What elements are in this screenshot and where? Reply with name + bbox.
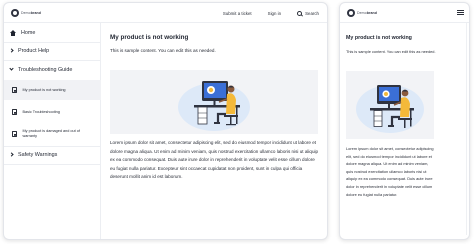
sidebar-item-safety[interactable]: Safety Warnings: [4, 147, 101, 162]
mobile-illustration: [346, 71, 434, 139]
sidebar-subitem-damaged[interactable]: My product is damaged and out of warrant…: [4, 124, 101, 144]
sidebar-subitem-label: My product is damaged and out of warrant…: [22, 129, 80, 138]
scrollbar[interactable]: [466, 23, 467, 235]
search-label: Search: [305, 10, 319, 16]
logo-prefix: Demo: [21, 10, 31, 15]
header: Demobrand Submit a ticket Sign in Search: [4, 3, 327, 23]
logo-icon: [11, 8, 19, 17]
article-intro: This is sample content. You can edit thi…: [110, 48, 216, 53]
sidebar-subitem-not-working[interactable]: My product is not working: [4, 80, 101, 100]
sidebar-item-troubleshooting[interactable]: Troubleshooting Guide: [4, 62, 101, 77]
chevron-right-icon: [9, 48, 14, 53]
top-nav: Submit a ticket Sign in Search: [223, 3, 319, 23]
mobile-header: Demobrand: [340, 3, 469, 23]
sidebar-item-label: Safety Warnings: [18, 151, 58, 158]
sidebar: Home Product Help Troubleshooting Guide …: [4, 23, 101, 239]
brand-logo[interactable]: Demobrand: [11, 8, 41, 17]
sidebar-item-label: Product Help: [18, 47, 50, 54]
chevron-right-icon: [9, 152, 14, 157]
sidebar-subitem-basic-troubleshooting[interactable]: Basic Troubleshooting: [4, 102, 101, 122]
search-icon: [297, 10, 303, 16]
mobile-preview: Demobrand My product is not working This…: [339, 2, 470, 240]
logo-name: brand: [30, 10, 41, 15]
desktop-preview: Demobrand Submit a ticket Sign in Search…: [3, 2, 328, 240]
document-icon: [12, 109, 17, 115]
divider: [4, 60, 101, 61]
illustration: [110, 70, 318, 134]
divider: [4, 164, 101, 165]
sidebar-item-product-help[interactable]: Product Help: [4, 43, 101, 58]
logo-prefix: Demo: [357, 11, 367, 15]
article-title: My product is not working: [110, 34, 189, 41]
mobile-article-title: My product is not working: [346, 35, 412, 41]
mobile-article-body: Lorem ipsum dolor sit amet, consectetur …: [346, 146, 434, 197]
person-at-desk-illustration: [356, 85, 424, 133]
person-at-desk-illustration: [178, 81, 250, 131]
sidebar-subitem-label: Basic Troubleshooting: [22, 109, 60, 114]
house-icon: [10, 29, 16, 36]
sidebar-subitem-label: My product is not working: [22, 87, 66, 92]
mobile-article-intro: This is sample content. You can edit thi…: [346, 49, 436, 54]
document-icon: [12, 131, 17, 137]
brand-logo[interactable]: Demobrand: [347, 9, 377, 17]
sidebar-item-label: Troubleshooting Guide: [18, 66, 73, 73]
chevron-down-icon: [9, 66, 14, 71]
sign-in-link[interactable]: Sign in: [268, 11, 281, 16]
logo-name: brand: [366, 11, 377, 15]
article: My product is not working This is sample…: [101, 23, 327, 239]
logo-icon: [347, 9, 355, 17]
document-icon: [12, 87, 17, 93]
sidebar-item-home[interactable]: Home: [4, 25, 101, 40]
search-button[interactable]: Search: [297, 10, 319, 16]
submit-ticket-link[interactable]: Submit a ticket: [223, 11, 252, 16]
hamburger-icon[interactable]: [457, 10, 464, 15]
sidebar-item-label: Home: [21, 29, 36, 36]
article-body: Lorem ipsum dolor sit amet, consectetur …: [110, 140, 319, 180]
